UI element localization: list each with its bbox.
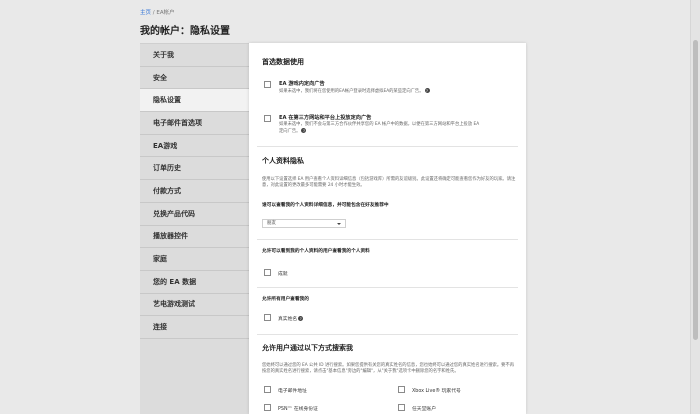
sidebar-item-label: EA游戏 — [153, 141, 178, 150]
search-xbox-checkbox[interactable] — [398, 386, 405, 393]
allow-friends-question: 允许可以看到我的个人资料的用户查看我的个人资料 — [262, 249, 370, 254]
sidebar-item-your-ea-data[interactable]: 您的 EA 数据 — [140, 271, 249, 294]
search-nintendo-checkbox[interactable] — [398, 404, 405, 411]
sidebar-item-label: 隐私设置 — [153, 96, 181, 105]
sidebar-item-game-testing[interactable]: 艺电游戏测试 — [140, 294, 249, 317]
breadcrumb-current: EA帐户 — [156, 10, 175, 16]
sidebar-item-label: 订单历史 — [153, 164, 181, 173]
achievements-checkbox[interactable] — [264, 269, 271, 276]
search-xbox-label: Xbox Live® 玩家代号 — [412, 389, 461, 394]
search-email-checkbox[interactable] — [264, 386, 271, 393]
divider — [257, 287, 518, 288]
sidebar-item-security[interactable]: 安全 — [140, 67, 249, 90]
who-can-view-select[interactable]: 朋友 — [262, 219, 346, 228]
chevron-down-icon — [337, 223, 341, 225]
info-icon[interactable]: ? — [301, 128, 307, 134]
in-game-ads-desc-text: 如果未选中，我们将在您使用的EA帐户登录时选择虚拟EA的某些定向广告。 — [279, 89, 424, 94]
divider — [257, 334, 518, 335]
sidebar-item-label: 家庭 — [153, 255, 167, 264]
sidebar-item-label: 电子邮件首选项 — [153, 118, 202, 127]
who-can-view-value: 朋友 — [267, 221, 276, 226]
page-scrollbar[interactable] — [690, 0, 700, 414]
sidebar-item-label: 安全 — [153, 73, 167, 82]
third-party-ads-title: EA 在第三方网站和平台上投放定向广告 — [279, 115, 372, 121]
divider — [257, 239, 518, 240]
real-name-label-wrap: 真实姓名? — [278, 315, 304, 322]
in-game-ads-desc: 如果未选中，我们将在您使用的EA帐户登录时选择虚拟EA的某些定向广告。? — [279, 88, 519, 95]
sidebar-item-order-history[interactable]: 订单历史 — [140, 157, 249, 181]
search-psn-checkbox[interactable] — [264, 404, 271, 411]
search-desc: 您始终可以通过您的 EA 公共 ID 进行搜索。如果您提供有关您的真实姓名的信息… — [262, 363, 515, 375]
third-party-ads-desc: 如果未选中，我们不会与第三方合作伙伴共享您的 EA 帐户中的数据，以便在第三方网… — [279, 122, 484, 136]
profile-privacy-title: 个人资料隐私 — [262, 157, 304, 165]
sidebar-item-label: 艺电游戏测试 — [153, 300, 195, 309]
allow-all-question: 允许所有用户查看我的 — [262, 297, 309, 302]
search-section-title: 允许用户通过以下方式搜索我 — [262, 344, 353, 352]
achievements-label: 成就 — [278, 272, 288, 277]
in-game-ads-checkbox[interactable] — [264, 81, 271, 88]
sidebar-item-privacy[interactable]: 隐私设置 — [140, 89, 256, 113]
sidebar-item-label: 关于我 — [153, 50, 174, 59]
real-name-checkbox[interactable] — [264, 314, 271, 321]
sidebar-item-label: 播放器控件 — [153, 232, 188, 241]
page-title: 我的帐户：隐私设置 — [140, 26, 230, 37]
profile-privacy-desc: 使用以下设置选择 EA 用户查看个人资料详细信息（包括游戏库）所需的友谊级别。此… — [262, 177, 516, 189]
sidebar-item-email-preferences[interactable]: 电子邮件首选项 — [140, 112, 249, 135]
search-psn-label: PSN™ 在线身份证 — [278, 407, 318, 412]
breadcrumb-home-link[interactable]: 主页 — [140, 10, 151, 16]
sidebar-item-label: 您的 EA 数据 — [153, 277, 197, 286]
divider — [257, 146, 518, 147]
sidebar-item-label: 付款方式 — [153, 186, 181, 195]
sidebar-item-family[interactable]: 家庭 — [140, 248, 249, 271]
sidebar-nav: 关于我 安全 隐私设置 电子邮件首选项 EA游戏 订单历史 付款方式 兑换产品代… — [140, 43, 256, 414]
data-usage-title: 首选数据使用 — [262, 58, 304, 66]
sidebar-item-payment-methods[interactable]: 付款方式 — [140, 180, 249, 203]
sidebar-item-label: 兑换产品代码 — [153, 209, 195, 218]
sidebar-item-redeem-code[interactable]: 兑换产品代码 — [140, 203, 249, 226]
sidebar-item-about-me[interactable]: 关于我 — [140, 44, 249, 67]
search-nintendo-label: 任天堂账户 — [412, 407, 436, 412]
third-party-ads-desc-text: 如果未选中，我们不会与第三方合作伙伴共享您的 EA 帐户中的数据，以便在第三方网… — [279, 122, 480, 135]
privacy-settings-panel: 首选数据使用 EA 游戏内定向广告 如果未选中，我们将在您使用的EA帐户登录时选… — [249, 43, 526, 414]
in-game-ads-title: EA 游戏内定向广告 — [279, 81, 325, 87]
info-icon[interactable]: ? — [424, 88, 430, 93]
sidebar-item-ea-games[interactable]: EA游戏 — [140, 135, 249, 158]
sidebar-item-label: 连接 — [153, 323, 167, 332]
real-name-label: 真实姓名 — [278, 317, 298, 322]
breadcrumb: 主页 / EA帐户 — [140, 8, 175, 16]
search-email-label: 电子邮件地址 — [278, 389, 307, 394]
sidebar-item-player-controls[interactable]: 播放器控件 — [140, 226, 249, 249]
third-party-ads-checkbox[interactable] — [264, 115, 271, 122]
info-icon[interactable]: ? — [298, 316, 304, 321]
scrollbar-thumb[interactable] — [693, 40, 698, 340]
sidebar-item-connections[interactable]: 连接 — [140, 316, 249, 339]
who-can-view-question: 谁可以查看我的个人资料详细信息，并可能包含在好友推荐中 — [262, 203, 389, 208]
